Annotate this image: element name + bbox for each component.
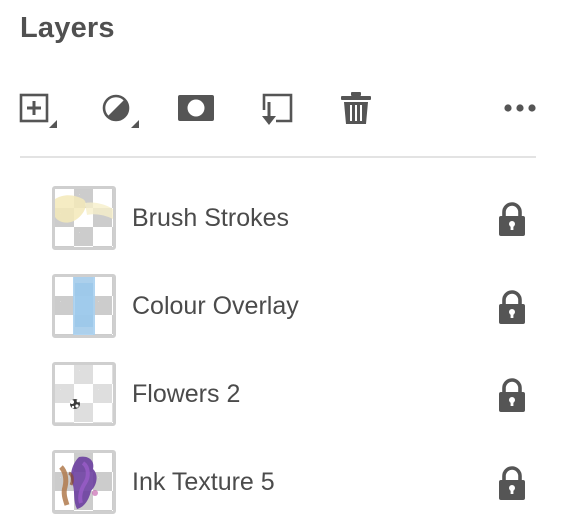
- clip-arrow-icon: [262, 93, 293, 125]
- layer-row[interactable]: Colour Overlay: [0, 270, 564, 358]
- ellipsis-icon: [504, 104, 536, 112]
- layer-thumbnail: [52, 362, 116, 426]
- layer-row[interactable]: Brush Strokes: [0, 182, 564, 270]
- lock-icon[interactable]: [497, 290, 527, 324]
- layer-name: Ink Texture 5: [132, 468, 275, 496]
- plus-square-icon: [19, 93, 57, 128]
- adjustment-layer-button[interactable]: [100, 88, 144, 132]
- layer-thumbnail: [52, 274, 116, 338]
- layer-list: Brush Strokes Colour Overlay Flowers 2 I…: [0, 182, 564, 526]
- mask-icon: [178, 95, 214, 121]
- delete-layer-button[interactable]: [334, 88, 378, 132]
- clip-layer-button[interactable]: [254, 88, 298, 132]
- add-mask-button[interactable]: [174, 88, 218, 132]
- more-options-button[interactable]: [498, 88, 542, 132]
- layer-thumbnail: [52, 450, 116, 514]
- layer-name: Colour Overlay: [132, 292, 299, 320]
- trash-icon: [341, 92, 371, 124]
- add-layer-button[interactable]: [18, 88, 62, 132]
- layers-toolbar: [0, 88, 564, 132]
- lock-icon[interactable]: [497, 466, 527, 500]
- layer-name: Flowers 2: [132, 380, 241, 408]
- layer-name: Brush Strokes: [132, 204, 290, 232]
- toolbar-divider: [20, 156, 536, 158]
- half-circle-icon: [102, 94, 139, 128]
- layers-panel: Layers Brush Strokes Colour Overlay Flow…: [0, 0, 564, 526]
- lock-icon[interactable]: [497, 378, 527, 412]
- layer-thumbnail: [52, 186, 116, 250]
- panel-title: Layers: [20, 12, 115, 44]
- layer-row[interactable]: Flowers 2: [0, 358, 564, 446]
- layer-row[interactable]: Ink Texture 5: [0, 446, 564, 526]
- lock-icon[interactable]: [497, 202, 527, 236]
